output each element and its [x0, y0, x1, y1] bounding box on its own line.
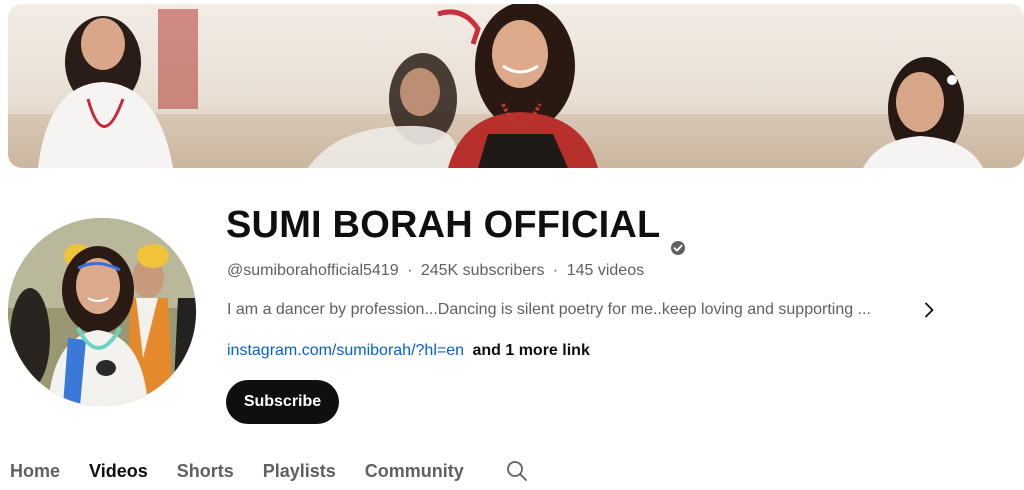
channel-handle: @sumiborahofficial5419 — [227, 262, 399, 279]
more-links-button[interactable]: and 1 more link — [472, 342, 589, 359]
channel-title: SUMI BORAH OFFICIAL — [226, 204, 661, 246]
video-count: 145 videos — [566, 262, 645, 279]
tab-home[interactable]: Home — [10, 459, 60, 483]
tab-shorts[interactable]: Shorts — [177, 459, 234, 483]
verified-check-icon — [670, 219, 686, 255]
channel-description[interactable]: I am a dancer by profession...Dancing is… — [227, 300, 899, 320]
search-icon[interactable] — [505, 459, 529, 483]
channel-banner — [8, 4, 1024, 168]
tab-community[interactable]: Community — [365, 459, 464, 483]
channel-meta: @sumiborahofficial5419 · 245K subscriber… — [227, 261, 644, 281]
banner-image — [8, 4, 1024, 168]
tab-videos[interactable]: Videos — [89, 459, 148, 483]
channel-avatar[interactable] — [8, 218, 196, 406]
channel-name: SUMI BORAH OFFICIAL — [226, 200, 686, 255]
meta-separator: · — [407, 262, 413, 279]
chevron-right-icon[interactable] — [919, 300, 939, 320]
channel-tabs: Home Videos Shorts Playlists Community — [10, 458, 529, 484]
channel-links: instagram.com/sumiborah/?hl=en and 1 mor… — [227, 341, 590, 361]
channel-description-row[interactable]: I am a dancer by profession...Dancing is… — [227, 298, 947, 322]
subscriber-count: 245K subscribers — [420, 262, 545, 279]
instagram-link[interactable]: instagram.com/sumiborah/?hl=en — [227, 342, 464, 359]
channel-page: SUMI BORAH OFFICIAL @sumiborahofficial54… — [0, 0, 1024, 490]
avatar-image — [8, 218, 196, 406]
tab-playlists[interactable]: Playlists — [263, 459, 336, 483]
subscribe-button[interactable]: Subscribe — [226, 380, 339, 424]
meta-separator: · — [552, 262, 559, 279]
